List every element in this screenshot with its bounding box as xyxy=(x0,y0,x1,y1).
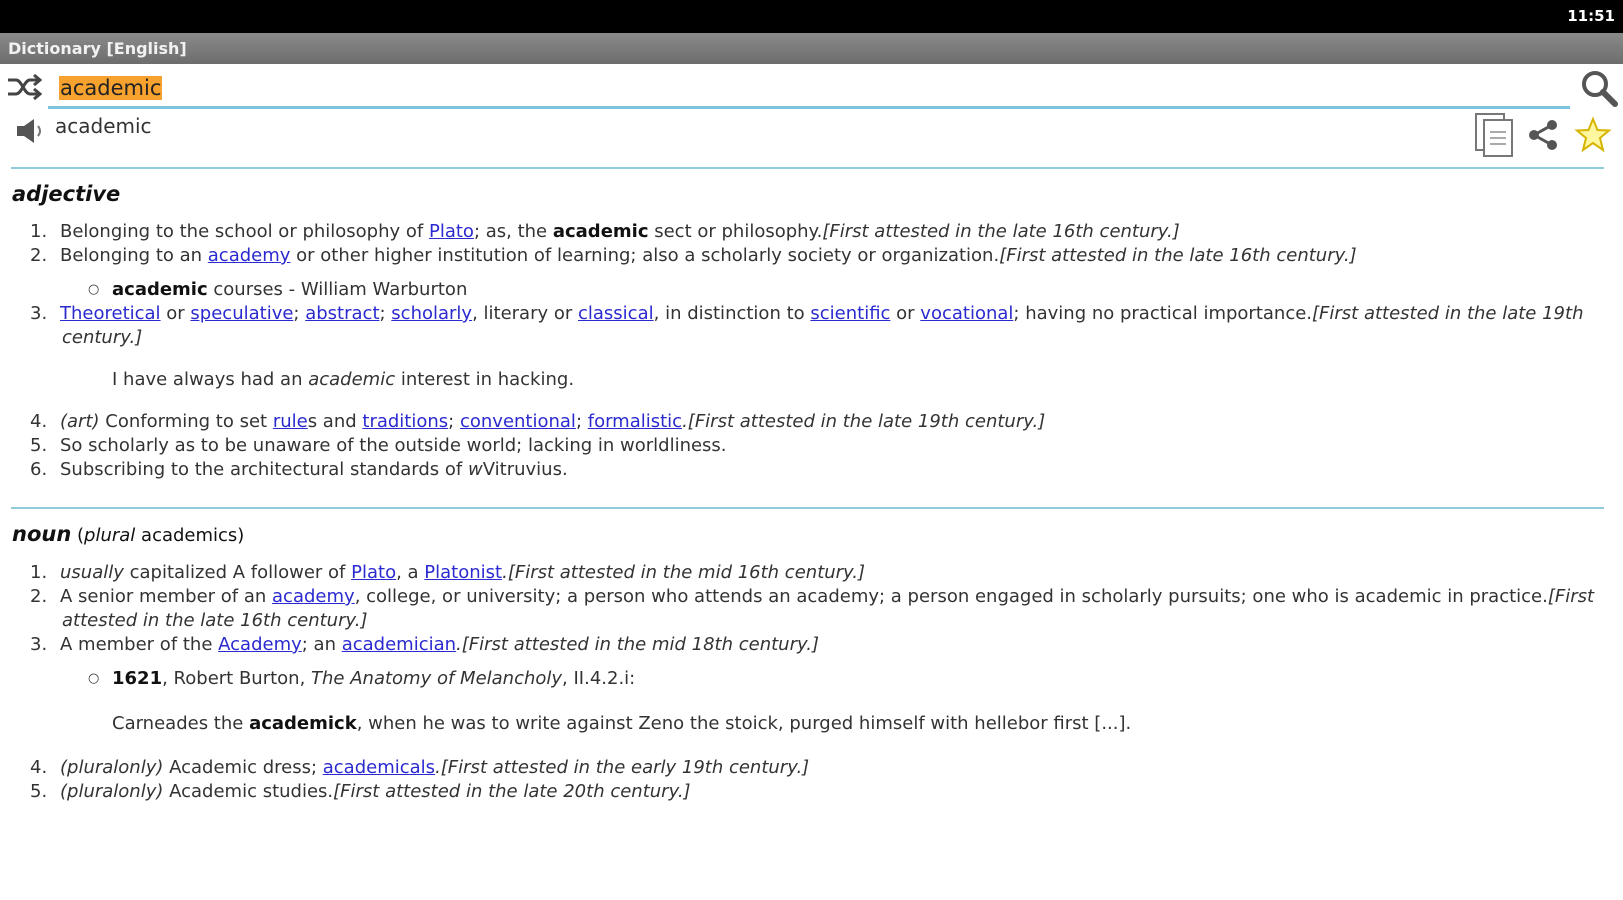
link-academy[interactable]: academy xyxy=(272,586,355,607)
title-bar: Dictionary [English] xyxy=(0,33,1623,64)
status-clock: 11:51 xyxy=(1567,7,1615,25)
status-bar: 11:51 xyxy=(0,0,1623,33)
search-input[interactable]: academic xyxy=(48,68,1570,109)
sense-noun-3: 3. A member of the Academy; an academicia… xyxy=(30,634,819,655)
sense-noun-1: 1. usually capitalized A follower of Plat… xyxy=(30,562,866,583)
link-academicals[interactable]: academicals xyxy=(323,757,435,778)
search-row: academic xyxy=(0,64,1623,110)
sense-noun-4: 4. (pluralonly) Academic dress; academica… xyxy=(30,757,810,778)
pos-adjective: adjective xyxy=(12,182,121,206)
sense-adj-5: 5. So scholarly as to be unaware of the o… xyxy=(30,435,727,456)
link-scholarly[interactable]: scholarly xyxy=(391,303,472,324)
link-formalistic[interactable]: formalistic xyxy=(588,411,682,432)
link-academician[interactable]: academician xyxy=(342,634,456,655)
link-classical[interactable]: classical xyxy=(578,303,654,324)
app-title: Dictionary [English] xyxy=(8,39,187,58)
citation-bullet: 1621, Robert Burton, The Anatomy of Mela… xyxy=(88,667,635,691)
link-rule[interactable]: rule xyxy=(273,411,308,432)
link-traditions[interactable]: traditions xyxy=(362,411,448,432)
divider xyxy=(11,167,1604,169)
example-sentence: I have always had an academic interest i… xyxy=(112,369,575,390)
entry-header: academic xyxy=(0,110,1623,166)
link-speculative[interactable]: speculative xyxy=(190,303,293,324)
link-academy[interactable]: academy xyxy=(208,245,291,266)
link-plato[interactable]: Plato xyxy=(429,221,474,242)
star-icon[interactable] xyxy=(1574,116,1612,154)
search-icon[interactable] xyxy=(1579,68,1619,108)
share-icon[interactable] xyxy=(1526,118,1560,152)
sense-adj-1: 1. Belonging to the school or philosophy … xyxy=(30,221,1180,242)
link-academy-capital[interactable]: Academy xyxy=(218,634,302,655)
speaker-icon[interactable] xyxy=(14,116,48,146)
link-abstract[interactable]: abstract xyxy=(305,303,379,324)
sense-noun-2: 2. A senior member of an academy, college… xyxy=(30,586,1595,607)
divider xyxy=(11,507,1604,509)
link-plato[interactable]: Plato xyxy=(351,562,396,583)
sense-adj-3: 3. Theoretical or speculative; abstract; … xyxy=(30,303,1584,324)
sense-noun-2-cont: attested in the late 16th century.] xyxy=(62,610,368,631)
sense-adj-4: 4. (art) Conforming to set rules and trad… xyxy=(30,411,1046,432)
link-scientific[interactable]: scientific xyxy=(810,303,890,324)
sense-noun-5: 5. (pluralonly) Academic studies.[First a… xyxy=(30,781,691,802)
link-vocational[interactable]: vocational xyxy=(920,303,1013,324)
citation-quote: Carneades the academick, when he was to … xyxy=(112,713,1132,734)
sense-adj-3-cont: century.] xyxy=(62,327,143,348)
pos-noun: noun (plural academics) xyxy=(12,522,245,546)
copy-icon[interactable] xyxy=(1474,112,1514,158)
link-platonist[interactable]: Platonist xyxy=(424,562,502,583)
sense-adj-6: 6. Subscribing to the architectural stand… xyxy=(30,459,568,480)
link-conventional[interactable]: conventional xyxy=(460,411,576,432)
shuffle-icon[interactable] xyxy=(6,72,42,102)
headword: academic xyxy=(55,114,152,138)
search-input-value: academic xyxy=(59,76,163,100)
link-theoretical[interactable]: Theoretical xyxy=(60,303,161,324)
usage-bullet: academic courses - William Warburton xyxy=(88,278,467,302)
sense-adj-2: 2. Belonging to an academy or other highe… xyxy=(30,245,1357,266)
